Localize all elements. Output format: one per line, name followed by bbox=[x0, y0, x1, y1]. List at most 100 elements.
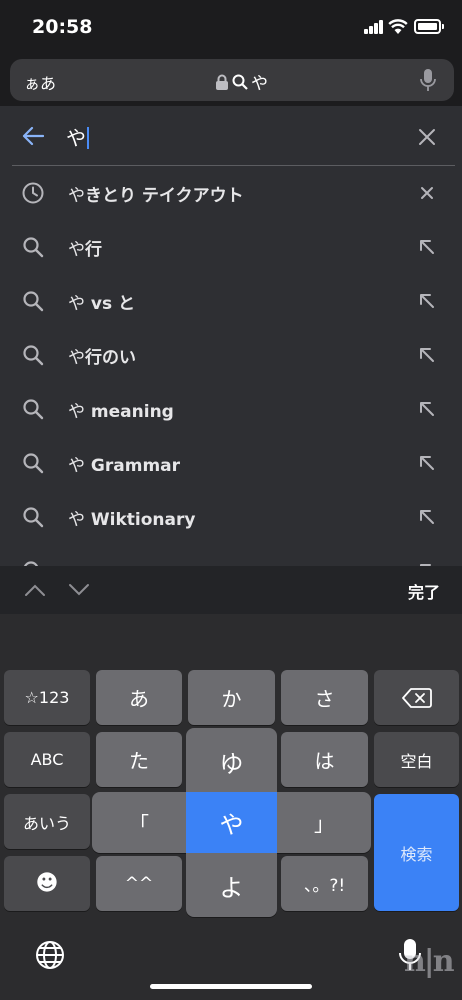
search-icon bbox=[23, 237, 44, 258]
key-label: や bbox=[219, 811, 244, 839]
flick-option-yo[interactable]: よ bbox=[186, 853, 277, 917]
search-input[interactable]: や bbox=[66, 122, 89, 151]
remove-history-icon[interactable] bbox=[418, 184, 436, 202]
key-a[interactable]: あ bbox=[96, 670, 182, 725]
key-ta[interactable]: た bbox=[96, 732, 182, 787]
address-query: や bbox=[251, 74, 268, 94]
clear-search-icon[interactable] bbox=[418, 128, 436, 146]
fill-query-arrow-icon[interactable] bbox=[418, 400, 436, 418]
suggestion-completion: meaning bbox=[85, 402, 174, 422]
flick-option-open-bracket[interactable]: 「 bbox=[92, 792, 186, 853]
flick-center-ya[interactable]: や bbox=[186, 792, 277, 853]
key-label: 検索 bbox=[400, 844, 433, 864]
fill-query-arrow-icon[interactable] bbox=[418, 454, 436, 472]
key-label: た bbox=[129, 749, 149, 773]
suggestion-item[interactable]: や Wiktionary bbox=[0, 490, 462, 544]
key-label: 、。?! bbox=[303, 876, 346, 896]
delete-key[interactable] bbox=[374, 670, 459, 725]
fill-query-arrow-icon[interactable] bbox=[418, 346, 436, 364]
suggestion-text: や行のい bbox=[68, 343, 136, 368]
suggestion-completion: Grammar bbox=[85, 456, 181, 476]
suggestion-text: やきとり テイクアウト bbox=[68, 181, 244, 206]
key-label: 空白 bbox=[400, 751, 433, 771]
suggestion-item[interactable]: や行 bbox=[0, 220, 462, 274]
key-label: か bbox=[221, 687, 242, 711]
status-bar: 20:58 bbox=[0, 0, 462, 54]
search-key[interactable]: 検索 bbox=[374, 794, 459, 911]
suggestion-text: や Wiktionary bbox=[68, 505, 195, 530]
key-label: ☆123 bbox=[24, 688, 70, 707]
fill-query-arrow-icon[interactable] bbox=[418, 292, 436, 310]
suggestion-completion: vs と bbox=[85, 294, 136, 314]
address-url[interactable]: や bbox=[215, 69, 268, 94]
suggestion-prefix: や bbox=[68, 240, 85, 260]
browser-toolbar: ぁあ や bbox=[0, 54, 462, 106]
key-abc[interactable]: ABC bbox=[4, 732, 90, 787]
suggestion-text: や Grammar bbox=[68, 451, 180, 476]
emoji-key[interactable]: ☻ bbox=[4, 856, 90, 911]
suggestion-text: や vs と bbox=[68, 289, 135, 314]
suggestion-completion: 行 bbox=[85, 240, 102, 260]
suggestion-prefix: や bbox=[68, 294, 85, 314]
key-ka[interactable]: か bbox=[188, 670, 275, 725]
watermark-logo: n|n bbox=[404, 944, 455, 979]
search-icon bbox=[23, 507, 44, 528]
cellular-signal-icon bbox=[364, 20, 384, 34]
search-icon bbox=[232, 74, 248, 90]
key-aiu[interactable]: あいう bbox=[4, 794, 90, 849]
search-input-text: や bbox=[66, 126, 86, 150]
suggestion-item-partial[interactable] bbox=[0, 544, 462, 566]
backspace-icon bbox=[401, 687, 432, 708]
space-key[interactable]: 空白 bbox=[374, 732, 459, 787]
key-numbers[interactable]: ☆123 bbox=[4, 670, 90, 725]
suggestion-text: や行 bbox=[68, 235, 102, 260]
fill-query-arrow-icon[interactable] bbox=[418, 238, 436, 256]
key-label: ABC bbox=[30, 750, 64, 769]
keyboard-accessory-bar: 完了 bbox=[0, 566, 462, 614]
suggestion-item[interactable]: や Grammar bbox=[0, 436, 462, 490]
suggestion-prefix: や bbox=[68, 348, 85, 368]
key-punctuation[interactable]: 、。?! bbox=[281, 856, 368, 911]
key-sa[interactable]: さ bbox=[281, 670, 368, 725]
fill-query-arrow-icon[interactable] bbox=[418, 508, 436, 526]
done-button[interactable]: 完了 bbox=[408, 579, 440, 603]
history-clock-icon bbox=[22, 182, 44, 204]
status-time: 20:58 bbox=[32, 16, 93, 38]
microphone-icon[interactable] bbox=[420, 68, 436, 92]
key-label: ゆ bbox=[219, 749, 244, 778]
chevron-down-icon[interactable] bbox=[68, 580, 90, 600]
text-caret bbox=[87, 127, 89, 149]
suggestion-prefix: や bbox=[68, 402, 85, 422]
suggestion-item[interactable]: や行のい bbox=[0, 328, 462, 382]
key-label: は bbox=[314, 749, 335, 773]
key-ha[interactable]: は bbox=[281, 732, 368, 787]
search-icon bbox=[23, 399, 44, 420]
wifi-icon bbox=[388, 19, 408, 34]
key-kaomoji[interactable]: ^^ bbox=[96, 856, 182, 911]
suggestion-completion: 行のい bbox=[85, 348, 136, 368]
address-bar[interactable]: ぁあ や bbox=[10, 59, 454, 101]
key-label: あ bbox=[129, 687, 149, 711]
key-label: ^^ bbox=[124, 873, 154, 894]
flick-option-close-bracket[interactable]: 」 bbox=[277, 792, 371, 853]
search-icon bbox=[23, 453, 44, 474]
search-field-row: や bbox=[0, 106, 462, 166]
suggestion-item[interactable]: や vs と bbox=[0, 274, 462, 328]
suggestion-prefix: や bbox=[68, 186, 85, 206]
globe-icon[interactable] bbox=[34, 939, 66, 971]
back-arrow-icon[interactable] bbox=[22, 126, 44, 146]
suggestion-item[interactable]: やきとり テイクアウト bbox=[0, 166, 462, 220]
suggestion-completion: きとり テイクアウト bbox=[85, 186, 244, 206]
suggestion-item[interactable]: や meaning bbox=[0, 382, 462, 436]
suggestion-prefix: や bbox=[68, 510, 85, 530]
text-size-button[interactable]: ぁあ bbox=[24, 70, 56, 94]
key-label: 」 bbox=[314, 812, 334, 836]
flick-option-yu[interactable]: ゆ bbox=[186, 728, 277, 794]
suggestion-completion: Wiktionary bbox=[85, 510, 196, 530]
suggestion-prefix: や bbox=[68, 456, 85, 476]
key-label: ☻ bbox=[35, 871, 59, 896]
suggestion-text: や meaning bbox=[68, 397, 174, 422]
chevron-up-icon[interactable] bbox=[24, 580, 46, 600]
key-label: 「 bbox=[129, 812, 149, 836]
home-indicator[interactable] bbox=[150, 984, 312, 989]
